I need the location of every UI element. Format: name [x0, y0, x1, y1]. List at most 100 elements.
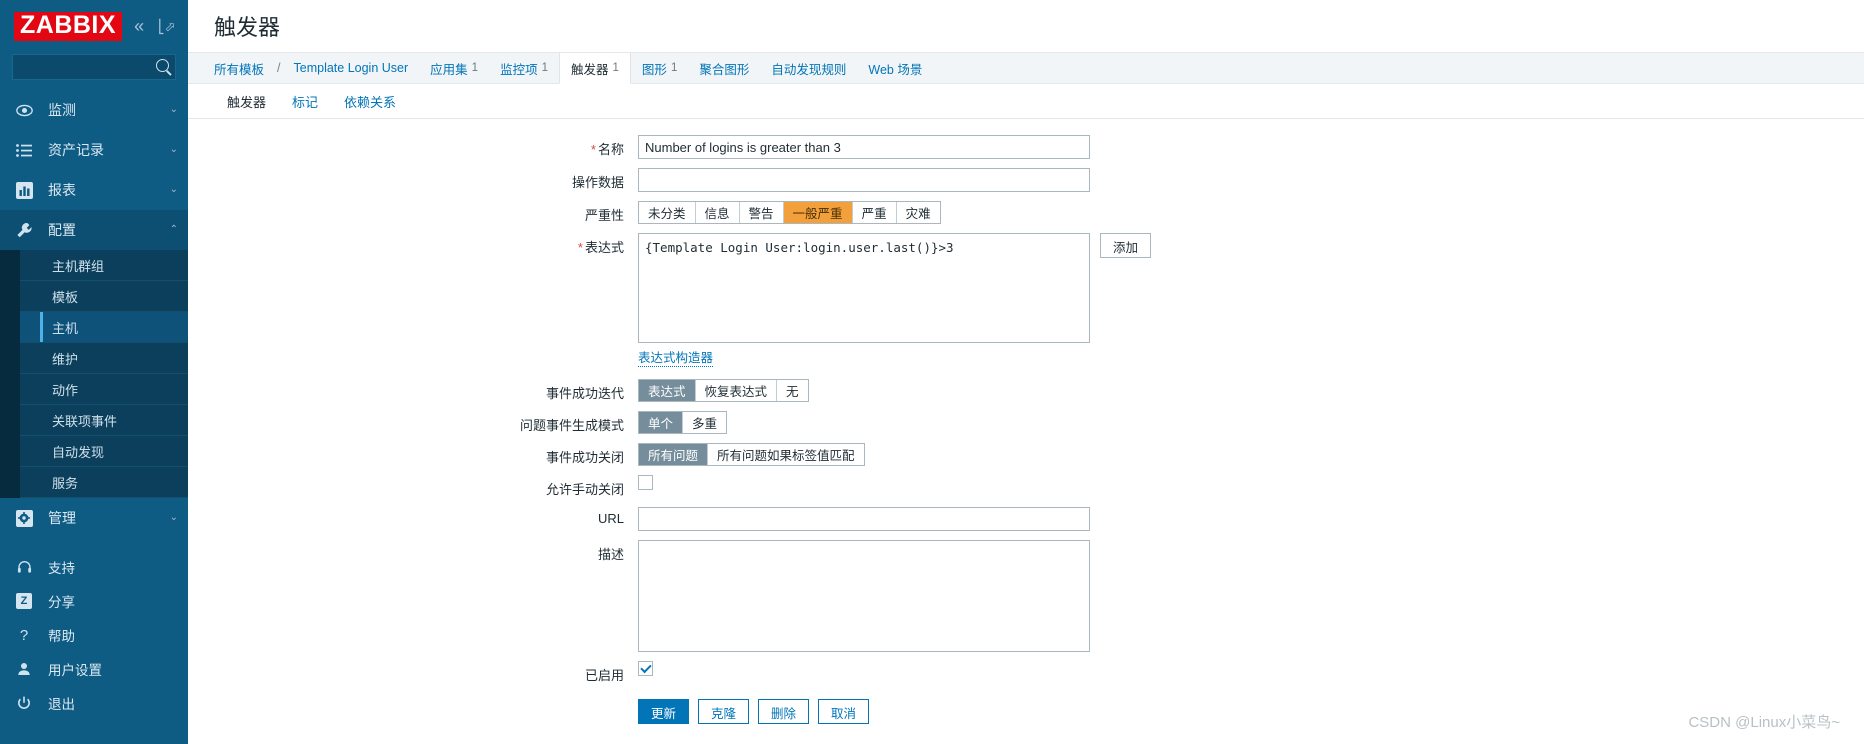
problem-event-mode-selector[interactable]: 单个 多重 — [638, 411, 728, 435]
tab-trigger[interactable]: 触发器 — [214, 84, 279, 118]
search-input[interactable] — [13, 55, 175, 79]
submenu-gutter — [0, 250, 20, 498]
sidebar-nav: 监测 ⌄ 资产记录 ⌄ 报表 ⌄ 配置 ⌃ 主机群组 模板 主机 维护 动作 关… — [0, 90, 188, 538]
sidebar-item-label: 退出 — [48, 697, 75, 712]
ok-event-generation-selector[interactable]: 表达式 恢复表达式 无 — [638, 379, 809, 403]
severity-selector[interactable]: 未分类 信息 警告 一般严重 严重 灾难 — [638, 201, 941, 224]
enabled-label: 已启用 — [584, 668, 624, 684]
form-row-enabled: 已启用 — [188, 661, 1864, 684]
watermark: CSDN @Linux小菜鸟~ — [1688, 714, 1840, 731]
sidebar-subitem-discovery[interactable]: 自动发现 — [20, 436, 188, 467]
ok-event-option-none[interactable]: 无 — [777, 380, 808, 402]
severity-option-not-classified[interactable]: 未分类 — [639, 202, 696, 223]
sidebar-item-label: 分享 — [48, 595, 75, 610]
breadcrumb-item-web-scenarios[interactable]: Web 场景 — [857, 53, 933, 83]
breadcrumb-item-screens[interactable]: 聚合图形 — [688, 53, 760, 83]
opdata-input[interactable] — [638, 168, 1090, 192]
description-textarea[interactable] — [638, 540, 1090, 653]
zabbix-logo[interactable]: ZABBIX — [14, 11, 123, 41]
form-row-actions: 更新 克隆 删除 取消 — [188, 693, 1864, 725]
add-expression-button[interactable]: 添加 — [1100, 233, 1152, 258]
chart-bar-icon — [14, 181, 34, 199]
sidebar-subitem-correlation[interactable]: 关联项事件 — [20, 405, 188, 436]
gear-icon — [14, 509, 34, 527]
enabled-checkbox[interactable] — [638, 661, 653, 677]
sidebar-item-monitoring[interactable]: 监测 ⌄ — [0, 90, 188, 130]
tab-bar: 触发器 标记 依赖关系 — [188, 84, 1864, 119]
empty-label — [188, 693, 638, 697]
sidebar-subitem-templates[interactable]: 模板 — [20, 281, 188, 312]
form-row-problem-event-mode: 问题事件生成模式 单个 多重 — [188, 411, 1864, 435]
severity-option-information[interactable]: 信息 — [695, 202, 740, 223]
sidebar-subitem-hosts[interactable]: 主机 — [20, 312, 188, 343]
sidebar-item-configuration[interactable]: 配置 ⌃ — [0, 210, 188, 250]
breadcrumb-item-discovery-rules[interactable]: 自动发现规则 — [760, 53, 857, 83]
breadcrumb-item-triggers[interactable]: 触发器 1 — [559, 53, 631, 84]
update-button[interactable]: 更新 — [638, 699, 690, 725]
breadcrumb-item-items[interactable]: 监控项 1 — [489, 53, 559, 83]
chevron-down-icon: ⌄ — [169, 143, 178, 155]
chevron-double-left-icon[interactable]: « — [132, 15, 146, 37]
chevron-down-icon: ⌄ — [169, 511, 178, 523]
sidebar-subitem-label: 维护 — [52, 351, 79, 367]
cancel-button[interactable]: 取消 — [818, 699, 870, 725]
tab-tags[interactable]: 标记 — [279, 84, 331, 118]
severity-option-warning[interactable]: 警告 — [739, 202, 784, 223]
sidebar-item-label: 配置 — [48, 222, 76, 238]
ok-event-option-expression[interactable]: 表达式 — [639, 380, 696, 402]
expression-constructor-link[interactable]: 表达式构造器 — [638, 350, 714, 368]
compact-view-icon[interactable]: ⎣⬀ — [156, 18, 177, 35]
sidebar-subitem-maintenance[interactable]: 维护 — [20, 343, 188, 374]
sidebar-item-help[interactable]: ? 帮助 — [0, 618, 188, 652]
sidebar-subitem-services[interactable]: 服务 — [20, 467, 188, 498]
sidebar-item-reports[interactable]: 报表 ⌄ — [0, 170, 188, 210]
sidebar-item-support[interactable]: 支持 — [0, 550, 188, 584]
search-box[interactable] — [12, 54, 176, 80]
sidebar-item-label: 资产记录 — [48, 142, 104, 158]
delete-button[interactable]: 删除 — [758, 699, 810, 725]
sidebar-subitem-label: 主机群组 — [52, 258, 105, 274]
sidebar-item-label: 监测 — [48, 102, 76, 118]
expression-textarea[interactable] — [638, 233, 1090, 343]
breadcrumb-label: 所有模板 — [214, 62, 265, 77]
breadcrumb-label: 触发器 — [571, 62, 609, 77]
form-row-ok-event-generation: 事件成功迭代 表达式 恢复表达式 无 — [188, 379, 1864, 403]
form-row-ok-event-closes: 事件成功关闭 所有问题 所有问题如果标签值匹配 — [188, 443, 1864, 467]
sidebar-subitem-label: 关联项事件 — [52, 413, 118, 429]
sidebar-subitem-actions[interactable]: 动作 — [20, 374, 188, 405]
ok-event-option-recovery-expression[interactable]: 恢复表达式 — [695, 380, 778, 402]
breadcrumb-item-template[interactable]: Template Login User — [283, 53, 420, 83]
clone-button[interactable]: 克隆 — [698, 699, 750, 725]
required-marker: * — [577, 240, 583, 255]
sidebar: ZABBIX « ⎣⬀ 监测 ⌄ 资产记录 ⌄ 报表 ⌄ 配置 ⌃ 主机群组 模… — [0, 0, 188, 744]
allow-manual-close-checkbox[interactable] — [638, 475, 653, 491]
breadcrumb-item-applications[interactable]: 应用集 1 — [419, 53, 489, 83]
url-label: URL — [597, 511, 624, 527]
severity-option-average[interactable]: 一般严重 — [783, 202, 853, 223]
power-icon — [14, 696, 34, 710]
sidebar-subitem-host-groups[interactable]: 主机群组 — [20, 250, 188, 281]
problem-event-option-single[interactable]: 单个 — [639, 412, 684, 434]
allow-manual-close-label: 允许手动关闭 — [545, 482, 624, 498]
severity-option-disaster[interactable]: 灾难 — [896, 202, 940, 223]
ok-event-closes-option-all-problems[interactable]: 所有问题 — [639, 444, 709, 466]
sidebar-item-share[interactable]: Z 分享 — [0, 584, 188, 618]
breadcrumb-item-graphs[interactable]: 图形 1 — [631, 53, 688, 83]
breadcrumb-item-all-templates[interactable]: 所有模板 — [214, 53, 275, 83]
ok-event-closes-selector[interactable]: 所有问题 所有问题如果标签值匹配 — [638, 443, 865, 467]
sidebar-item-inventory[interactable]: 资产记录 ⌄ — [0, 130, 188, 170]
breadcrumb-label: Template Login User — [293, 61, 409, 75]
sidebar-item-user-settings[interactable]: 用户设置 — [0, 652, 188, 686]
ok-event-closes-option-tag-match[interactable]: 所有问题如果标签值匹配 — [708, 444, 864, 466]
tab-dependencies[interactable]: 依赖关系 — [331, 84, 409, 118]
breadcrumb-label: 自动发现规则 — [771, 62, 847, 77]
chevron-down-icon: ⌄ — [169, 183, 178, 195]
sidebar-item-logout[interactable]: 退出 — [0, 686, 188, 720]
breadcrumb-label: 应用集 — [430, 62, 468, 77]
sidebar-item-administration[interactable]: 管理 ⌄ — [0, 498, 188, 538]
form-row-expression-constructor: 表达式构造器 — [188, 350, 1864, 368]
problem-event-option-multiple[interactable]: 多重 — [683, 412, 727, 434]
url-input[interactable] — [638, 507, 1090, 532]
severity-option-high[interactable]: 严重 — [852, 202, 897, 223]
name-input[interactable] — [638, 135, 1090, 159]
